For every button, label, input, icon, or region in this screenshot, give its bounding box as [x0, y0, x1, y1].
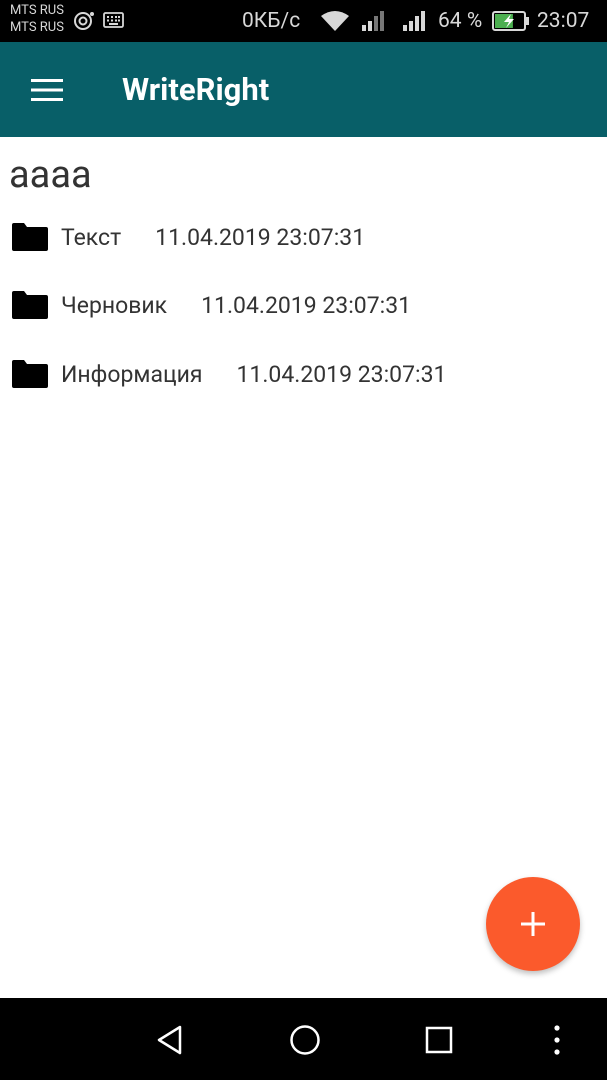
signal-icon-sim1 [362, 11, 384, 31]
keyboard-icon [103, 12, 124, 28]
item-date: 11.04.2019 23:07:31 [236, 360, 447, 388]
recents-button[interactable] [417, 1018, 461, 1062]
folder-icon [12, 291, 48, 319]
folder-icon [12, 223, 48, 251]
hamburger-menu-icon [31, 79, 63, 101]
menu-button[interactable] [22, 68, 72, 112]
vertical-dots-icon [554, 1025, 560, 1055]
add-button[interactable] [486, 877, 580, 971]
battery-icon [492, 11, 529, 31]
wifi-icon [321, 11, 349, 31]
item-name: Информация [61, 360, 203, 388]
item-date: 11.04.2019 23:07:31 [201, 291, 412, 319]
item-name: Текст [61, 223, 122, 251]
list-item-draft[interactable]: Черновик 11.04.2019 23:07:31 [10, 285, 411, 325]
battery-percent: 64 % [438, 9, 483, 33]
signal-icon-sim2 [403, 11, 425, 31]
status-bar: MTS RUS MTS RUS 0КБ/с 64 % 23:07 [0, 0, 607, 42]
folder-icon [12, 360, 48, 388]
plus-icon [521, 912, 545, 936]
clock: 23:07 [537, 9, 590, 33]
item-name: Черновик [61, 291, 168, 319]
item-date: 11.04.2019 23:07:31 [155, 223, 366, 251]
triangle-back-icon [157, 1025, 182, 1055]
network-speed: 0КБ/с [242, 9, 301, 33]
square-recents-icon [425, 1026, 453, 1054]
carrier-2: MTS RUS [10, 20, 64, 35]
screen: MTS RUS MTS RUS 0КБ/с 64 % 23:07 WriteRi… [0, 0, 607, 1080]
back-button[interactable] [147, 1018, 191, 1062]
circle-home-icon [290, 1025, 320, 1055]
app-title: WriteRight [122, 71, 270, 108]
carrier-labels: MTS RUS MTS RUS [10, 2, 64, 36]
list-item-info[interactable]: Информация 11.04.2019 23:07:31 [10, 354, 446, 394]
more-button[interactable] [535, 1018, 579, 1062]
carrier-1: MTS RUS [10, 3, 64, 18]
hotspot-icon [74, 12, 94, 30]
home-button[interactable] [283, 1018, 327, 1062]
app-bar: WriteRight [0, 42, 607, 137]
project-title: аааа [9, 153, 92, 197]
list-item-text[interactable]: Текст 11.04.2019 23:07:31 [10, 217, 365, 257]
navigation-bar [0, 998, 607, 1080]
